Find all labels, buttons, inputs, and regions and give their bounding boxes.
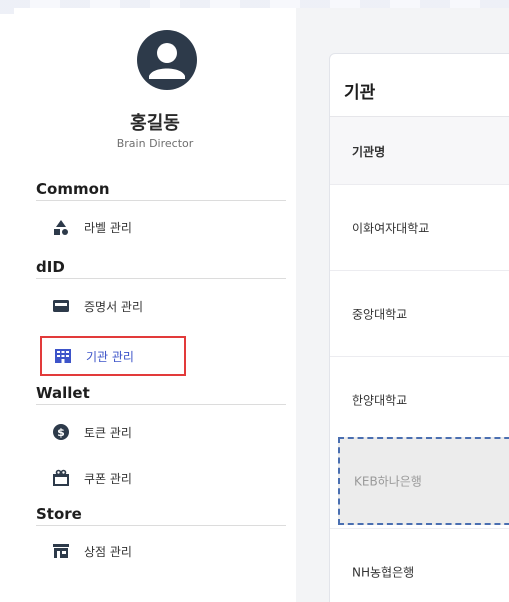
section-did: dID: [36, 258, 286, 279]
institution-name-cell: 중앙대학교: [352, 307, 408, 321]
table-row[interactable]: 이화여자대학교: [330, 184, 509, 270]
institution-card: 기관 기관명 이화여자대학교 중앙대학교 한양대학교 KEB하나은행 NH농협은…: [329, 53, 509, 602]
building-icon: [55, 349, 71, 363]
page-title: 기관: [344, 83, 376, 103]
store-icon: [53, 544, 69, 558]
sidebar-item-label: 라벨 관리: [84, 220, 132, 235]
table-row[interactable]: 중앙대학교: [330, 270, 509, 356]
sidebar-item-label: 쿠폰 관리: [84, 471, 132, 486]
user-avatar-icon[interactable]: [135, 28, 199, 92]
institution-name-cell: NH농협은행: [352, 565, 415, 579]
section-wallet: Wallet: [36, 384, 286, 405]
user-name: 홍길동: [130, 113, 180, 134]
sidebar-item-label: 상점 관리: [84, 544, 132, 559]
label-tag-icon: [54, 220, 68, 235]
institution-name-cell: 이화여자대학교: [352, 221, 430, 235]
sidebar-item-label: 증명서 관리: [84, 299, 144, 314]
sidebar-item-certificate-management[interactable]: 증명서 관리: [36, 291, 143, 321]
table-row[interactable]: 한양대학교: [330, 356, 509, 442]
main-content: 기관 기관명 이화여자대학교 중앙대학교 한양대학교 KEB하나은행 NH농협은…: [296, 8, 509, 602]
svg-text:$: $: [57, 426, 65, 439]
section-store: Store: [36, 505, 286, 526]
sidebar-item-token-management[interactable]: $ 토큰 관리: [36, 417, 132, 447]
dollar-coin-icon: $: [53, 424, 69, 440]
institution-name-cell: KEB하나은행: [354, 474, 422, 489]
sidebar-item-label: 기관 관리: [86, 349, 134, 364]
column-header-institution-name[interactable]: 기관명: [352, 143, 385, 160]
sidebar-item-label: 토큰 관리: [84, 425, 132, 440]
sidebar-item-coupon-management[interactable]: 쿠폰 관리: [36, 463, 132, 493]
gift-coupon-icon: [53, 469, 69, 486]
institution-name-cell: 한양대학교: [352, 393, 408, 407]
table-row[interactable]: NH농협은행: [330, 528, 509, 602]
sidebar-item-institution-management[interactable]: 기관 관리: [40, 336, 186, 376]
table-row-dragging[interactable]: KEB하나은행: [338, 437, 509, 525]
sidebar-item-store-management[interactable]: 상점 관리: [36, 536, 132, 566]
section-common: Common: [36, 180, 286, 201]
sidebar: 홍길동 Brain Director Common 라벨 관리 dID 증명서 …: [14, 8, 296, 602]
sidebar-item-label-management[interactable]: 라벨 관리: [36, 212, 132, 242]
user-role: Brain Director: [116, 137, 194, 150]
certificate-card-icon: [53, 300, 69, 312]
